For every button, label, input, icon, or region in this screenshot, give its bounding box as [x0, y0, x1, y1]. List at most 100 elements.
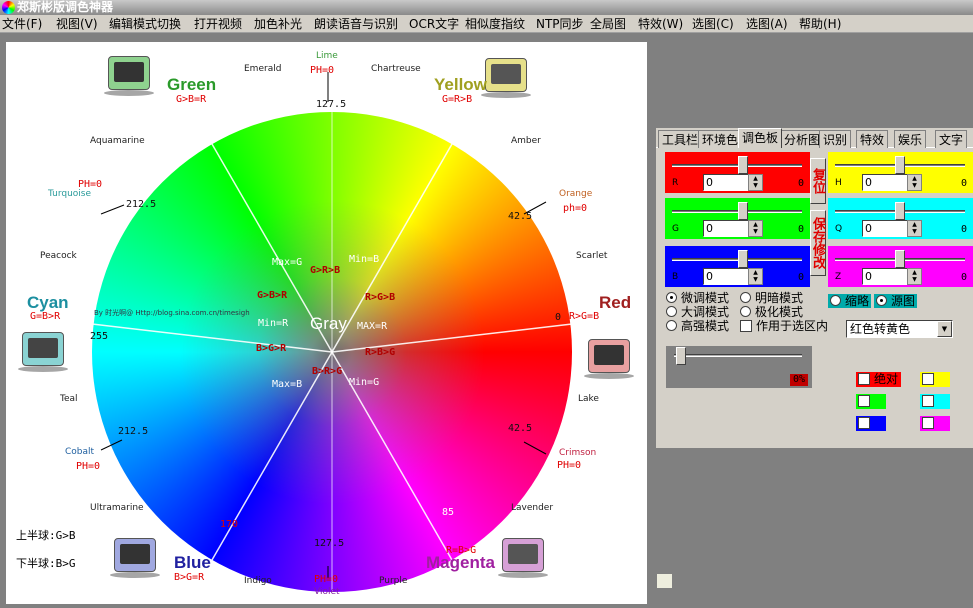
tab-ambient[interactable]: 环境色 — [698, 130, 743, 148]
menu-global[interactable]: 全局图 — [590, 16, 626, 32]
rel-yellow: G=R>B — [442, 94, 473, 105]
center-b-g-r: B>G>R — [256, 343, 287, 354]
title-bar: 郑斯彬版调色神器 — [0, 0, 973, 15]
value-green: 170 — [216, 117, 235, 128]
channel-q-input[interactable]: 0 — [862, 220, 908, 237]
channel-g-spin[interactable]: ▲ ▼ — [748, 220, 763, 237]
amount-slider-box: 0% — [666, 346, 812, 388]
menu-speech[interactable]: 朗读语音与识别 — [314, 16, 398, 32]
reset-button[interactable]: 复位 — [810, 158, 826, 204]
mode-selection-checkbox[interactable]: 作用于选区内 — [740, 319, 828, 333]
menu-select-c[interactable]: 选图(C) — [692, 16, 734, 32]
channel-z-spin[interactable]: ▲ ▼ — [907, 268, 922, 285]
lower-hemisphere-note: 下半球:B>G — [16, 557, 76, 570]
tab-palette[interactable]: 调色板 — [738, 128, 783, 148]
value-magenta: 85 — [442, 507, 455, 518]
menu-effects[interactable]: 特效(W) — [638, 16, 683, 32]
swatch-magenta[interactable] — [920, 416, 950, 431]
mode-strong[interactable]: 高强模式 — [666, 319, 729, 333]
center-min-r: Min=R — [258, 318, 289, 329]
center-min-b: Min=B — [349, 254, 380, 265]
channel-q-zero: 0 — [960, 224, 967, 235]
channel-r-slider[interactable] — [738, 156, 748, 174]
mode-coarse[interactable]: 大调模式 — [666, 305, 729, 319]
amount-slider[interactable] — [676, 347, 686, 365]
channel-g-input[interactable]: 0 — [703, 220, 749, 237]
menu-select-a[interactable]: 选图(A) — [746, 16, 788, 32]
mode-polar[interactable]: 极化模式 — [740, 305, 803, 319]
channel-h-slider[interactable] — [895, 156, 905, 174]
center-gray: Gray — [310, 314, 347, 333]
mode-polar-label: 极化模式 — [755, 305, 804, 319]
channel-z-box: Z 0 ▲ ▼ 0 — [828, 246, 973, 287]
name-lake: Lake — [578, 394, 599, 404]
channel-z-slider[interactable] — [895, 250, 905, 268]
channel-b-letter: B — [672, 272, 679, 282]
upper-hemisphere-note: 上半球:G>B — [16, 529, 76, 542]
label-cyan: Cyan — [27, 293, 69, 312]
name-chartreuse: Chartreuse — [371, 64, 421, 74]
label-magenta: Magenta — [426, 553, 495, 572]
tab-recognize[interactable]: 识别 — [819, 130, 852, 148]
name-teal: Teal — [60, 394, 78, 404]
tab-text[interactable]: 文字 — [935, 130, 968, 148]
window-title: 郑斯彬版调色神器 — [17, 0, 114, 14]
name-crimson: Crimson — [559, 448, 597, 458]
mode-fine[interactable]: 微调模式 — [666, 291, 729, 305]
channel-b-box: B 0 ▲ ▼ 0 — [665, 246, 810, 287]
view-source[interactable]: 源图 — [874, 294, 918, 308]
menu-view[interactable]: 视图(V) — [56, 16, 98, 32]
channel-r-box: R 0 ▲ ▼ 0 — [665, 152, 810, 193]
blue-monitor-icon — [110, 536, 160, 578]
ph-turquoise: PH=0 — [78, 179, 103, 190]
center-max-g: Max=G — [272, 257, 303, 268]
value-cobalt: 212.5 — [118, 426, 149, 437]
swatch-red[interactable]: 绝对 — [856, 372, 901, 387]
swatch-blue[interactable] — [856, 416, 886, 431]
channel-r-spin[interactable]: ▲ ▼ — [748, 174, 763, 191]
view-thumb[interactable]: 缩略 — [828, 294, 872, 308]
tab-toolbar[interactable]: 工具栏 — [658, 130, 703, 148]
menu-ocr[interactable]: OCR文字 — [409, 16, 459, 32]
menu-add-light[interactable]: 加色补光 — [254, 16, 302, 32]
panel-top-area — [656, 33, 973, 127]
channel-z-zero: 0 — [960, 272, 967, 283]
green-monitor-icon — [104, 54, 154, 96]
swatch-green[interactable] — [856, 394, 886, 409]
mode-coarse-label: 大调模式 — [681, 305, 730, 319]
ph-lime: PH=0 — [310, 65, 335, 76]
control-panel: 工具栏 环境色 调色板 分析图 识别 特效 娱乐 文字 R 0 ▲ ▼ 0 G 0… — [656, 128, 973, 448]
name-lime: Lime — [316, 51, 338, 61]
channel-h-spin[interactable]: ▲ ▼ — [907, 174, 922, 191]
channel-h-input[interactable]: 0 — [862, 174, 908, 191]
chevron-down-icon[interactable]: ▼ — [937, 321, 952, 337]
channel-q-spin[interactable]: ▲ ▼ — [907, 220, 922, 237]
tab-fun[interactable]: 娱乐 — [894, 130, 927, 148]
menu-similarity[interactable]: 相似度指纹 — [465, 16, 525, 32]
channel-b-spin[interactable]: ▲ ▼ — [748, 268, 763, 285]
menu-edit-mode[interactable]: 编辑模式切换 — [109, 16, 181, 32]
tab-analysis[interactable]: 分析图 — [780, 130, 825, 148]
swatch-cyan[interactable] — [920, 394, 950, 409]
tab-effects[interactable]: 特效 — [856, 130, 889, 148]
mode-light[interactable]: 明暗模式 — [740, 291, 803, 305]
save-changes-button[interactable]: 保存修改 — [810, 210, 826, 276]
menu-open-video[interactable]: 打开视频 — [194, 16, 242, 32]
channel-h-box: H 0 ▲ ▼ 0 — [828, 152, 973, 193]
menu-ntp[interactable]: NTP同步 — [536, 16, 584, 32]
value-turquoise: 212.5 — [126, 199, 157, 210]
channel-q-slider[interactable] — [895, 202, 905, 220]
value-yellow: 85 — [432, 127, 445, 138]
channel-b-input[interactable]: 0 — [703, 268, 749, 285]
menu-file[interactable]: 文件(F) — [2, 16, 42, 32]
conversion-select[interactable]: 红色转黄色 ▼ — [846, 320, 953, 338]
channel-z-input[interactable]: 0 — [862, 268, 908, 285]
swatch-red-label: 绝对 — [874, 372, 899, 386]
channel-b-slider[interactable] — [738, 250, 748, 268]
view-source-label: 源图 — [891, 294, 916, 308]
swatch-yellow[interactable] — [920, 372, 950, 387]
image-canvas[interactable]: Green Yellow Cyan Red Blue Magenta Lime … — [6, 42, 647, 604]
channel-g-slider[interactable] — [738, 202, 748, 220]
menu-help[interactable]: 帮助(H) — [799, 16, 841, 32]
channel-r-input[interactable]: 0 — [703, 174, 749, 191]
